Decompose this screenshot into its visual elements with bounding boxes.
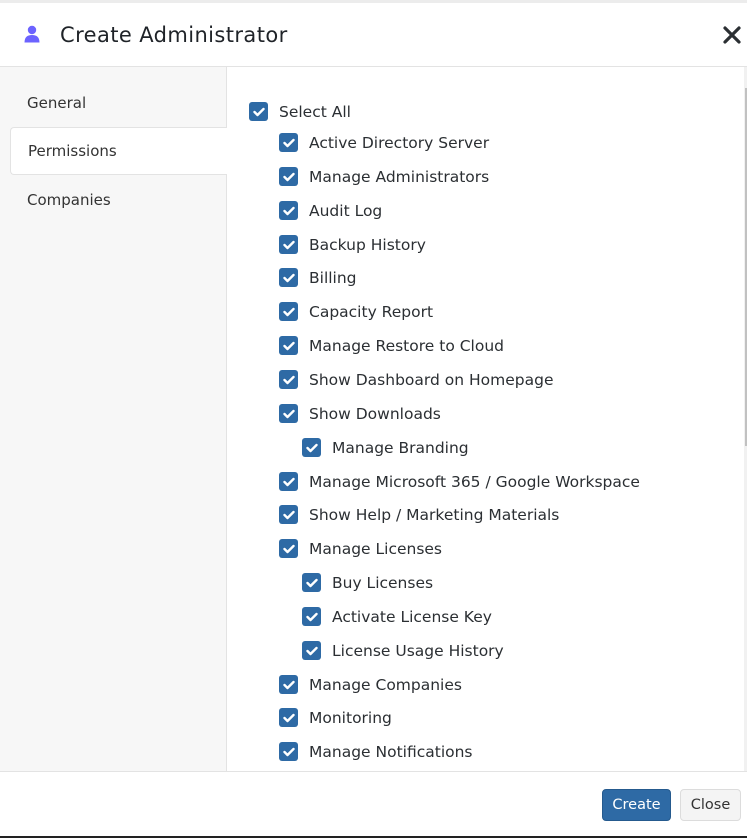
user-icon <box>24 25 40 43</box>
checkbox-checked-icon <box>279 235 298 254</box>
dialog-footer: Create Close <box>0 771 747 837</box>
checkbox-checked-icon <box>302 573 321 592</box>
permission-checkbox[interactable]: Activate License Key <box>302 607 492 626</box>
checkbox-checked-icon <box>249 102 268 121</box>
permission-label: Monitoring <box>309 708 392 727</box>
select-all-checkbox[interactable]: Select All <box>249 102 351 121</box>
tab-companies[interactable]: Companies <box>10 176 226 224</box>
permission-label: Show Help / Marketing Materials <box>309 505 560 524</box>
checkbox-checked-icon <box>302 607 321 626</box>
checkbox-checked-icon <box>279 167 298 186</box>
dialog-title: Create Administrator <box>60 23 288 47</box>
checkbox-checked-icon <box>279 675 298 694</box>
permission-checkbox[interactable]: Backup History <box>279 235 426 254</box>
close-icon[interactable] <box>721 24 743 46</box>
checkbox-checked-icon <box>279 472 298 491</box>
sidebar: General Permissions Companies <box>0 67 227 771</box>
permission-label: License Usage History <box>332 641 504 660</box>
permission-checkbox[interactable]: Show Downloads <box>279 404 441 423</box>
tab-general[interactable]: General <box>10 79 226 127</box>
permission-checkbox[interactable]: License Usage History <box>302 641 504 660</box>
permission-label: Show Dashboard on Homepage <box>309 370 554 389</box>
checkbox-checked-icon <box>279 505 298 524</box>
permission-label: Manage Branding <box>332 438 469 457</box>
close-button[interactable]: Close <box>680 789 741 821</box>
checkbox-checked-icon <box>279 742 298 761</box>
permission-checkbox[interactable]: Manage Restore to Cloud <box>279 336 504 355</box>
permission-checkbox[interactable]: Manage Microsoft 365 / Google Workspace <box>279 472 640 491</box>
select-all-label: Select All <box>279 102 351 121</box>
permission-checkbox[interactable]: Monitoring <box>279 708 392 727</box>
permission-checkbox[interactable]: Manage Companies <box>279 675 462 694</box>
permission-label: Show Downloads <box>309 404 441 423</box>
checkbox-checked-icon <box>279 302 298 321</box>
permission-label: Manage Microsoft 365 / Google Workspace <box>309 472 640 491</box>
permission-label: Activate License Key <box>332 607 492 626</box>
tab-label: General <box>27 94 87 112</box>
permission-label: Manage Notifications <box>309 742 473 761</box>
permission-label: Buy Licenses <box>332 573 434 592</box>
checkbox-checked-icon <box>279 539 298 558</box>
checkbox-checked-icon <box>279 370 298 389</box>
create-button[interactable]: Create <box>602 789 671 821</box>
checkbox-checked-icon <box>279 404 298 423</box>
tab-label: Permissions <box>28 142 117 160</box>
permission-label: Billing <box>309 268 357 287</box>
permission-checkbox[interactable]: Billing <box>279 268 357 287</box>
checkbox-checked-icon <box>279 201 298 220</box>
permission-checkbox[interactable]: Manage Administrators <box>279 167 489 186</box>
dialog-header: Create Administrator <box>0 3 747 67</box>
permission-checkbox[interactable]: Show Help / Marketing Materials <box>279 505 559 524</box>
permission-label: Manage Licenses <box>309 539 443 558</box>
checkbox-checked-icon <box>302 438 321 457</box>
tab-label: Companies <box>27 191 111 209</box>
checkbox-checked-icon <box>279 336 298 355</box>
permission-label: Audit Log <box>309 201 383 220</box>
permission-label: Manage Restore to Cloud <box>309 336 504 355</box>
permission-checkbox[interactable]: Manage Notifications <box>279 742 473 761</box>
permission-checkbox[interactable]: Active Directory Server <box>279 133 489 152</box>
permission-label: Active Directory Server <box>309 133 490 152</box>
checkbox-checked-icon <box>279 133 298 152</box>
checkbox-checked-icon <box>279 268 298 287</box>
permission-label: Capacity Report <box>309 302 434 321</box>
permission-checkbox[interactable]: Manage Branding <box>302 438 469 457</box>
permission-checkbox[interactable]: Audit Log <box>279 201 382 220</box>
permission-checkbox[interactable]: Capacity Report <box>279 302 433 321</box>
permission-checkbox[interactable]: Show Dashboard on Homepage <box>279 370 554 389</box>
checkbox-checked-icon <box>302 641 321 660</box>
tab-permissions[interactable]: Permissions <box>10 127 227 175</box>
permission-label: Manage Companies <box>309 675 462 694</box>
permission-checkbox[interactable]: Manage Licenses <box>279 539 442 558</box>
permissions-list: Select All Active Directory Server Manage… <box>227 67 744 771</box>
checkbox-checked-icon <box>279 708 298 727</box>
permission-label: Backup History <box>309 235 426 254</box>
permission-checkbox[interactable]: Buy Licenses <box>302 573 433 592</box>
permission-label: Manage Administrators <box>309 167 490 186</box>
